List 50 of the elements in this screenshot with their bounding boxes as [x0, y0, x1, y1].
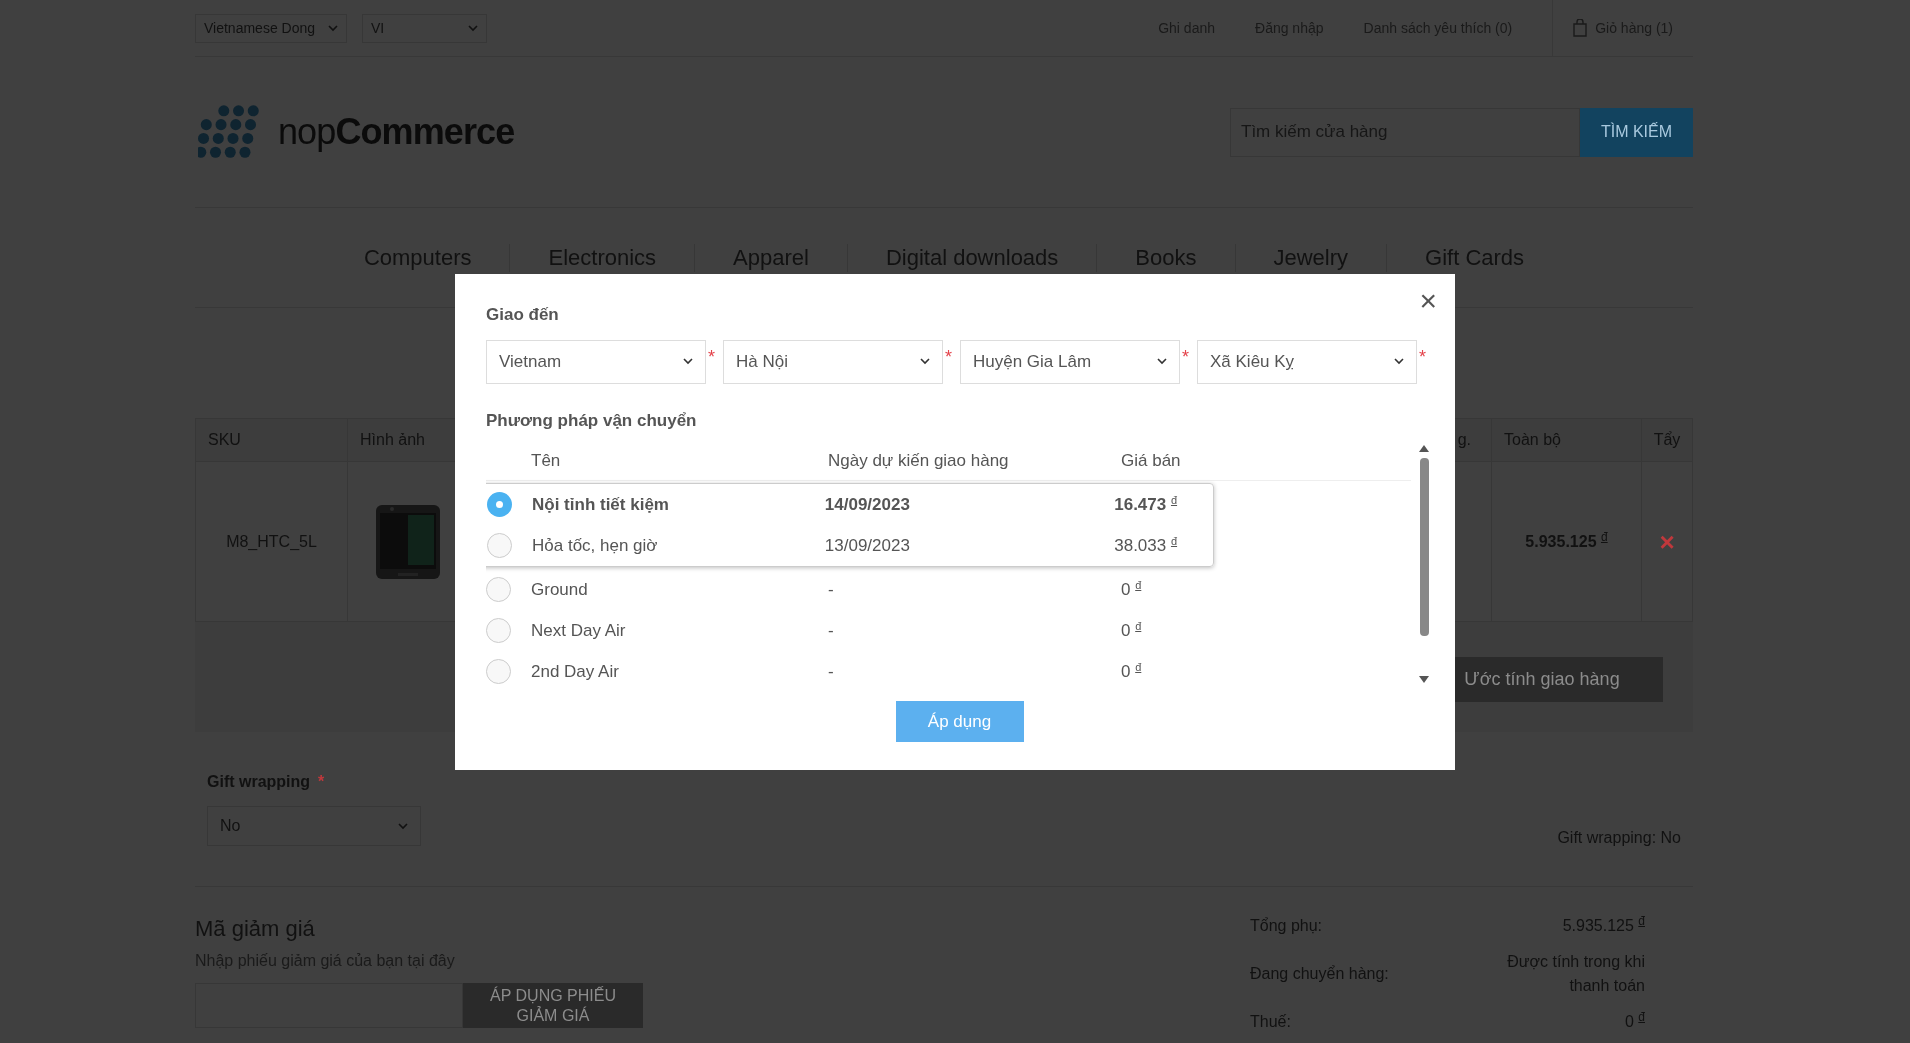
search-button[interactable]: TÌM KIẾM	[1580, 107, 1693, 157]
method-name: Nội tỉnh tiết kiệm	[532, 493, 669, 516]
table-cell: 16.473 $^{đ}$	[1114, 494, 1178, 514]
section-title: Phương pháp vận chuyển	[486, 409, 698, 432]
required-mark: *	[1419, 345, 1426, 369]
required-mark: *	[318, 772, 325, 792]
chevron-icon	[920, 358, 930, 365]
required-mark: *	[1182, 345, 1189, 369]
remove-button[interactable]: ×	[1659, 528, 1675, 555]
table-cell: 0 $^{đ}$	[1121, 620, 1142, 640]
required-mark: *	[708, 345, 715, 369]
column-header: Giá bán	[1121, 450, 1181, 470]
method-name: 2nd Day Air	[531, 660, 619, 683]
table-cell: -	[828, 620, 834, 640]
chevron-icon	[398, 822, 408, 830]
radio-button[interactable]	[487, 492, 512, 517]
radio-button[interactable]	[486, 577, 511, 602]
table-cell: 0 $^{đ}$	[1121, 579, 1142, 599]
column-header: Tên	[531, 450, 561, 470]
radio-button[interactable]	[486, 659, 511, 684]
address-select[interactable]: Xã Kiêu Kỵ	[1197, 339, 1417, 384]
scroll-up-icon[interactable]	[1419, 445, 1429, 452]
table-cell: 38.033 $^{đ}$	[1114, 535, 1178, 555]
section-title: Giao đến	[486, 304, 560, 326]
apply-button[interactable]: Áp dụng	[895, 701, 1024, 742]
method-name: Next Day Air	[531, 619, 626, 642]
table-cell: 14/09/2023	[824, 494, 910, 514]
address-select[interactable]: Vietnam	[486, 339, 706, 384]
table-cell: -	[828, 661, 834, 681]
column-header: Ngày dự kiến giao hàng	[828, 450, 1009, 470]
bag-icon	[1573, 19, 1588, 37]
chevron-icon	[1394, 358, 1404, 365]
table-cell: 13/09/2023	[824, 535, 910, 555]
method-name: Ground	[531, 578, 588, 601]
close-button[interactable]: ×	[1419, 286, 1437, 316]
address-select[interactable]: Huyện Gia Lâm	[960, 339, 1180, 384]
chevron-icon	[683, 358, 693, 365]
apply-coupon-button[interactable]: ÁP DỤNG PHIẾU GIẢM GIÁ	[463, 983, 643, 1028]
radio-button[interactable]	[487, 533, 512, 558]
scroll-down-icon[interactable]	[1419, 676, 1429, 683]
chevron-icon	[328, 24, 338, 32]
chevron-icon	[468, 24, 478, 32]
scrollbar-thumb[interactable]	[1419, 458, 1429, 636]
table-cell: 0 $^{đ}$	[1121, 661, 1142, 681]
chevron-icon	[1157, 358, 1167, 365]
radio-button[interactable]	[486, 618, 511, 643]
table-cell: -	[828, 579, 834, 599]
address-select[interactable]: Hà Nội	[723, 339, 943, 384]
required-mark: *	[945, 345, 952, 369]
method-name: Hỏa tốc, hẹn giờ	[532, 534, 658, 557]
